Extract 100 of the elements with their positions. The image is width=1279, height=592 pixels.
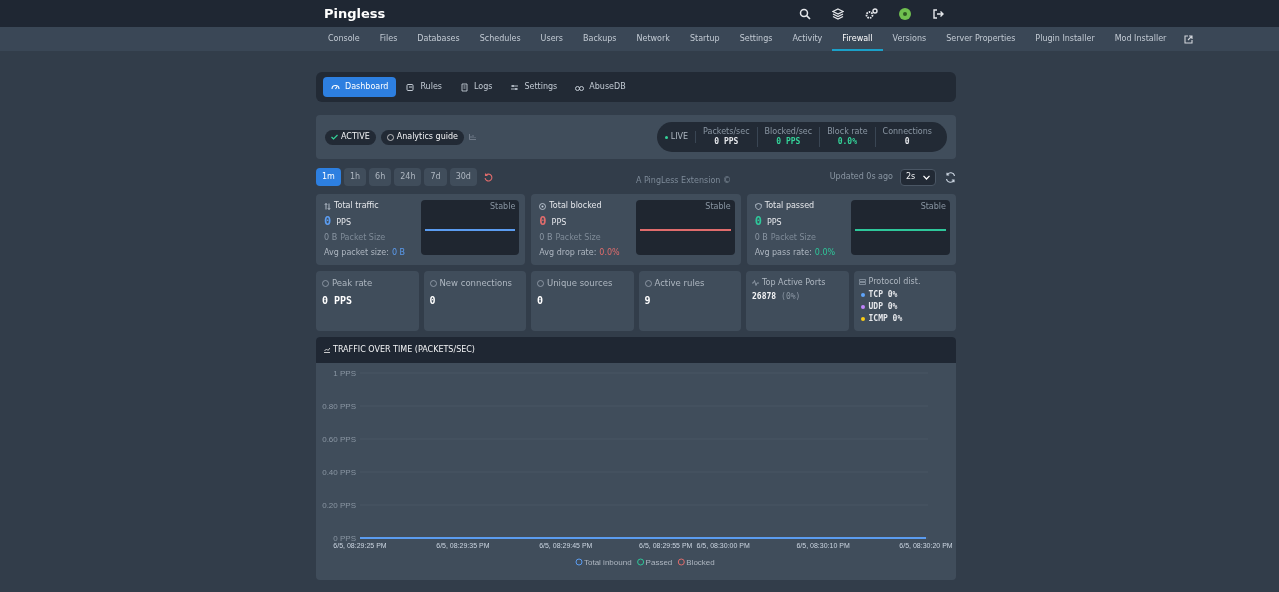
size-value: 0 B bbox=[754, 232, 768, 244]
stat-label: Packets/sec bbox=[703, 127, 750, 137]
card-value: 0 bbox=[754, 213, 762, 230]
nav-tab[interactable]: Network bbox=[626, 27, 680, 51]
avg-value: 0 B bbox=[391, 247, 406, 259]
stat-value: 0 PPS bbox=[714, 137, 739, 147]
sub-tab[interactable]: Settings bbox=[502, 77, 566, 97]
nav-tab[interactable]: Settings bbox=[729, 27, 783, 51]
metric-title: Peak rate bbox=[332, 277, 373, 290]
nav-tab[interactable]: Files bbox=[369, 27, 408, 51]
search-icon[interactable] bbox=[799, 7, 811, 20]
legend-label[interactable]: Blocked bbox=[686, 557, 715, 567]
footer-note: A PingLess Extension © bbox=[635, 175, 731, 187]
size-value: 0 B bbox=[324, 232, 338, 244]
protocol-label: ICMP 0% bbox=[868, 313, 903, 324]
gauge-icon bbox=[331, 82, 340, 92]
active-badge: ACTIVE bbox=[325, 129, 376, 145]
avg-label: Avg packet size: bbox=[324, 247, 389, 259]
sub-tab[interactable]: AbuseDB bbox=[567, 77, 634, 97]
y-tick-label: 0.40 PPS bbox=[322, 468, 356, 477]
size-label: Packet Size bbox=[340, 232, 386, 244]
reset-icon[interactable] bbox=[483, 172, 493, 182]
y-tick-label: 0.60 PPS bbox=[322, 435, 356, 444]
legend-label[interactable]: Passed bbox=[645, 557, 673, 567]
avg-label: Avg drop rate: bbox=[539, 247, 597, 259]
card-title: Total blocked bbox=[549, 200, 602, 212]
card-title: Total passed bbox=[764, 200, 815, 212]
range-button[interactable]: 6h bbox=[369, 168, 392, 186]
metric-value: 9 bbox=[644, 293, 652, 308]
metric-value: 0 bbox=[429, 293, 437, 308]
legend-marker[interactable] bbox=[677, 558, 685, 566]
layers-icon[interactable] bbox=[832, 7, 844, 20]
server-icon bbox=[858, 279, 866, 285]
stat-value: 0 bbox=[904, 137, 910, 147]
range-button[interactable]: 1m bbox=[316, 168, 341, 186]
chevron-down-icon bbox=[923, 174, 930, 180]
card-title: Total traffic bbox=[334, 200, 379, 212]
protocol-label: UDP 0% bbox=[868, 301, 898, 312]
target-icon bbox=[539, 202, 547, 210]
nav-tab[interactable]: Plugin Installer bbox=[1025, 27, 1105, 51]
metric-title: Protocol dist. bbox=[868, 276, 921, 288]
check-icon bbox=[331, 134, 338, 140]
nav-tab[interactable]: Mod Installer bbox=[1104, 27, 1177, 51]
live-label: LIVE bbox=[670, 131, 689, 143]
nav-tab[interactable]: Firewall bbox=[832, 27, 883, 51]
metric-title: Unique sources bbox=[547, 277, 613, 290]
nav-tab[interactable]: Console bbox=[318, 27, 370, 51]
avg-value: 0.0% bbox=[814, 247, 836, 259]
range-button[interactable]: 30d bbox=[449, 168, 477, 186]
y-tick-label: 0.20 PPS bbox=[322, 501, 356, 510]
range-button[interactable]: 24h bbox=[394, 168, 422, 186]
logout-icon[interactable] bbox=[932, 7, 944, 20]
legend-marker[interactable] bbox=[575, 558, 583, 566]
range-button[interactable]: 7d bbox=[424, 168, 447, 186]
stat-value: 0.0% bbox=[837, 137, 857, 147]
protocol-label: TCP 0% bbox=[868, 289, 898, 300]
metric-title: New connections bbox=[439, 277, 512, 290]
nav-tab[interactable]: Startup bbox=[679, 27, 730, 51]
guide-button[interactable]: Analytics guide bbox=[380, 129, 464, 145]
nav-tab[interactable]: Server Properties bbox=[936, 27, 1026, 51]
settings-icon[interactable] bbox=[865, 7, 878, 20]
size-label: Packet Size bbox=[770, 232, 816, 244]
avatar-icon[interactable] bbox=[899, 7, 911, 20]
trend-label: Stable bbox=[490, 201, 516, 213]
unit-label: PPS bbox=[766, 217, 782, 229]
metric-title: Active rules bbox=[654, 277, 705, 290]
chart-title: TRAFFIC OVER TIME (PACKETS/SEC) bbox=[333, 344, 475, 356]
sub-tab[interactable]: Logs bbox=[452, 77, 501, 97]
nav-tab[interactable]: Activity bbox=[782, 27, 833, 51]
metric-value: 0 PPS bbox=[322, 293, 354, 308]
nav-tab[interactable]: Databases bbox=[407, 27, 470, 51]
pulse-icon bbox=[752, 280, 759, 286]
range-button[interactable]: 1h bbox=[343, 168, 367, 186]
size-value: 0 B bbox=[539, 232, 553, 244]
legend-marker[interactable] bbox=[637, 558, 645, 566]
shield-icon bbox=[754, 202, 762, 210]
legend-label[interactable]: Total inbound bbox=[584, 557, 632, 567]
avg-value: 0.0% bbox=[599, 247, 620, 259]
chart-icon bbox=[324, 347, 330, 353]
external-link-icon[interactable] bbox=[1184, 34, 1194, 44]
nav-tab[interactable]: Schedules bbox=[469, 27, 531, 51]
unit-label: PPS bbox=[551, 217, 567, 229]
avg-label: Avg pass rate: bbox=[754, 247, 812, 259]
card-value: 0 bbox=[539, 213, 547, 230]
updated-text: Updated 0s ago bbox=[829, 171, 893, 183]
unit-label: PPS bbox=[336, 217, 351, 229]
arrows-icon bbox=[324, 202, 331, 210]
refresh-icon[interactable] bbox=[945, 171, 956, 183]
stat-value: 0 PPS bbox=[776, 137, 801, 147]
nav-tab[interactable]: Versions bbox=[882, 27, 937, 51]
metric-value: 0 bbox=[537, 293, 545, 308]
sub-tab[interactable]: Dashboard bbox=[323, 77, 397, 97]
sliders-icon bbox=[510, 82, 520, 92]
stat-label: Blocked/sec bbox=[764, 127, 813, 137]
nav-tab[interactable]: Backups bbox=[573, 27, 627, 51]
nav-tab[interactable]: Users bbox=[530, 27, 573, 51]
interval-select[interactable]: 2s bbox=[900, 168, 936, 186]
sub-tab[interactable]: Rules bbox=[398, 77, 450, 97]
app-title: Pingless bbox=[324, 4, 386, 23]
size-label: Packet Size bbox=[555, 232, 601, 244]
